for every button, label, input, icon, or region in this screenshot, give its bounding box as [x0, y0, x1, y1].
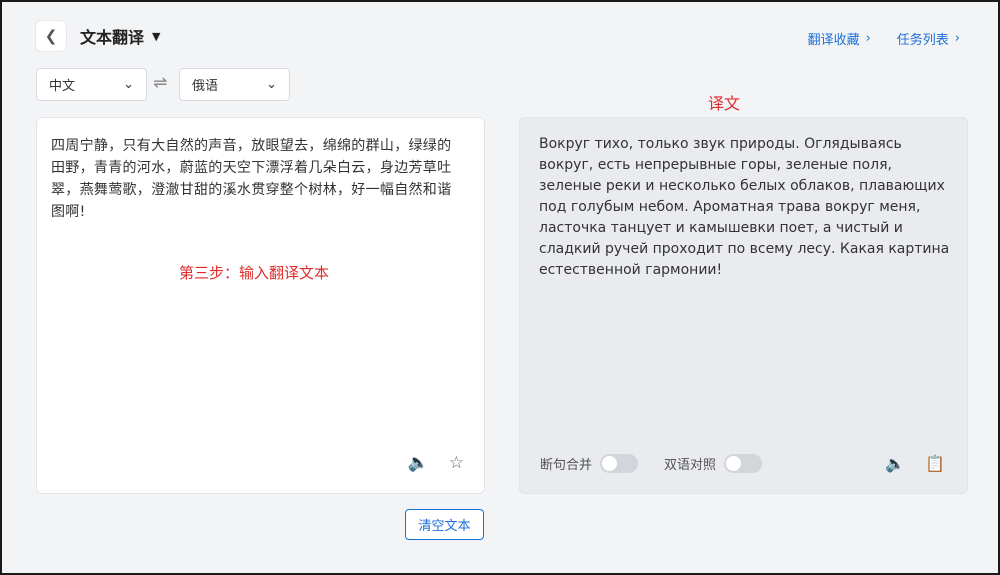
chevron-down-icon: ⌄ [266, 77, 277, 92]
swap-arrows-icon[interactable]: ⇌ [153, 73, 167, 93]
source-language-select[interactable]: 中文 ⌄ [36, 68, 147, 101]
bilingual-toggle-group: 双语对照 [664, 454, 763, 473]
speaker-icon[interactable]: 🔈 [885, 454, 905, 473]
chevron-left-icon: ❮ [44, 27, 58, 45]
bilingual-toggle[interactable] [724, 454, 763, 473]
source-language-value: 中文 [49, 79, 76, 94]
sentence-merge-toggle-group: 断句合并 [540, 454, 639, 473]
result-annotation: 译文 [708, 94, 741, 113]
top-links: 翻译收藏 › 任务列表 › [808, 29, 960, 48]
caret-down-icon: ▼ [152, 29, 161, 43]
back-button[interactable]: ❮ [35, 20, 67, 52]
task-list-link-label: 任务列表 [896, 33, 949, 48]
sentence-merge-label: 断句合并 [540, 458, 593, 473]
source-text-input[interactable]: 四周宁静，只有大自然的声音，放眼望去，绵绵的群山，绿绿的田野，青青的河水，蔚蓝的… [51, 135, 461, 223]
page-title[interactable]: 文本翻译 ▼ [80, 24, 160, 48]
sentence-merge-toggle[interactable] [600, 454, 639, 473]
target-language-value: 俄语 [192, 79, 219, 94]
toggle-knob [726, 456, 742, 471]
page-title-text: 文本翻译 [80, 28, 145, 47]
app-frame: ❮ 文本翻译 ▼ 翻译收藏 › 任务列表 › 中文 ⌄ ⇌ 俄语 ⌄ 四周宁静，… [0, 0, 1000, 575]
chevron-right-icon: › [865, 31, 871, 46]
favorites-link[interactable]: 翻译收藏 › [808, 29, 871, 48]
step-annotation: 第三步：输入翻译文本 [179, 264, 330, 282]
speaker-icon[interactable]: 🔈 [408, 453, 429, 473]
toggle-knob [602, 456, 618, 471]
star-icon[interactable]: ☆ [449, 453, 464, 473]
result-text-panel: Вокруг тихо, только звук природы. Огляды… [519, 117, 968, 494]
chevron-down-icon: ⌄ [123, 77, 134, 92]
result-tools: 🔈 📋 [885, 454, 945, 473]
result-toggles: 断句合并 双语对照 [540, 454, 763, 473]
favorites-link-label: 翻译收藏 [807, 33, 860, 48]
translated-text: Вокруг тихо, только звук природы. Огляды… [539, 136, 950, 278]
task-list-link[interactable]: 任务列表 › [897, 29, 960, 48]
copy-icon[interactable]: 📋 [925, 454, 945, 473]
source-tools: 🔈 ☆ [408, 453, 464, 473]
bilingual-label: 双语对照 [664, 458, 717, 473]
clear-text-button[interactable]: 清空文本 [405, 509, 484, 540]
source-text-panel[interactable]: 四周宁静，只有大自然的声音，放眼望去，绵绵的群山，绿绿的田野，青青的河水，蔚蓝的… [36, 117, 485, 494]
chevron-right-icon: › [954, 31, 960, 46]
target-language-select[interactable]: 俄语 ⌄ [179, 68, 290, 101]
